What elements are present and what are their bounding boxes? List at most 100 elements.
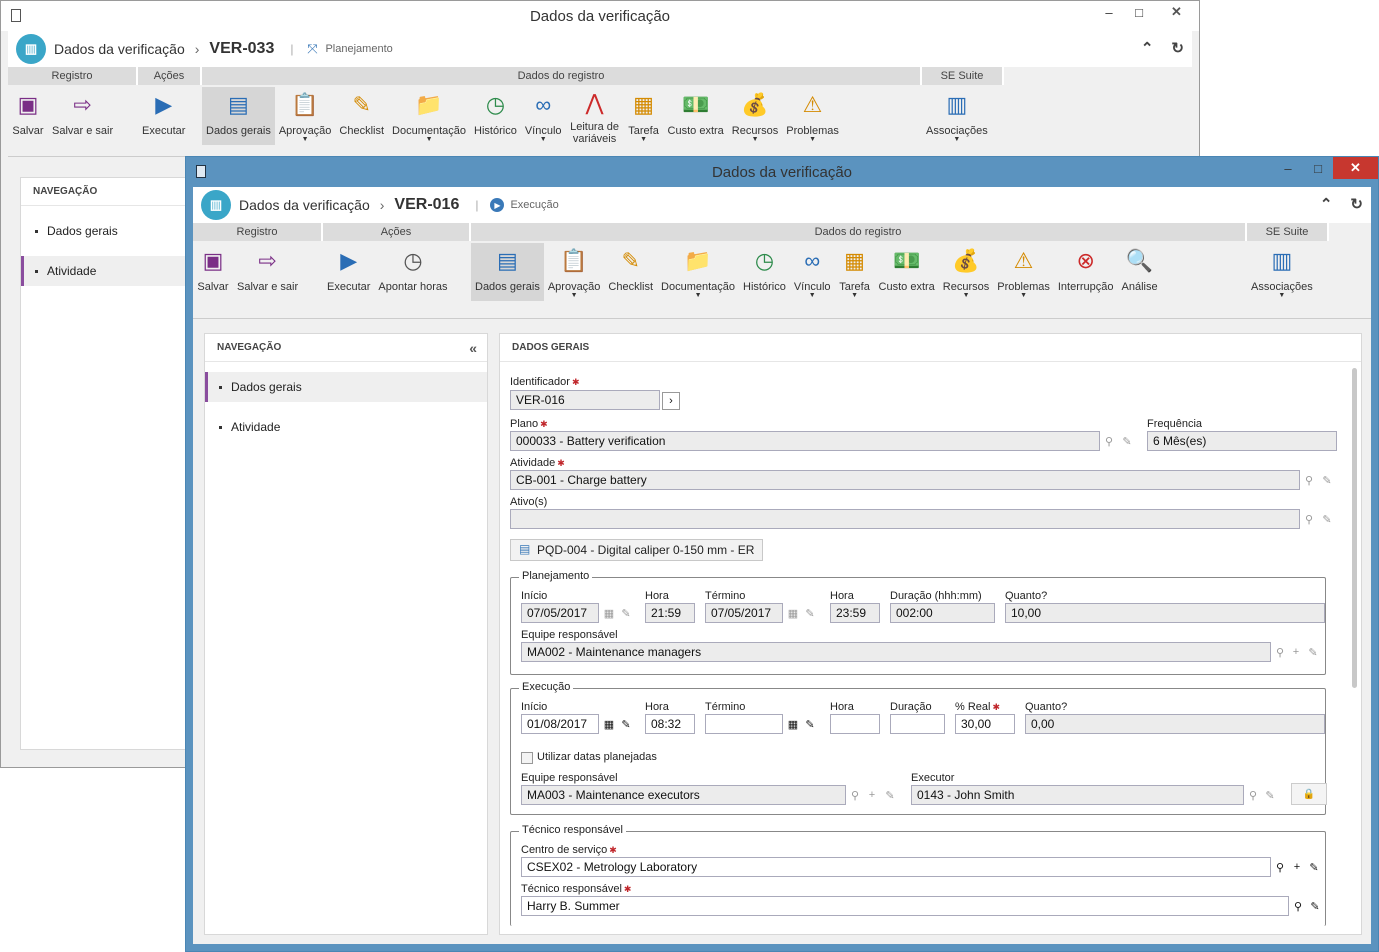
clear-icon[interactable]: ✎ xyxy=(1306,859,1322,875)
calendar-icon[interactable]: ▦ xyxy=(785,716,801,732)
search-icon[interactable]: ⚲ xyxy=(1245,787,1261,803)
resources-button[interactable]: 💰 Recursos ▼ xyxy=(728,87,782,145)
approval-button[interactable]: 📋 Aprovação ▼ xyxy=(544,243,605,301)
checklist-button[interactable]: ✎ Checklist xyxy=(335,87,388,145)
calendar-icon: ▦ xyxy=(787,607,799,620)
service-center-label: Centro de serviço ✱ xyxy=(521,844,617,856)
save-exit-button[interactable]: ⇨ Salvar e sair xyxy=(233,243,302,301)
calendar-icon[interactable]: ▦ xyxy=(601,716,617,732)
clear-icon[interactable]: ✎ xyxy=(1319,511,1335,527)
exec-end-field[interactable] xyxy=(705,714,783,734)
use-planned-dates-checkbox[interactable] xyxy=(521,752,533,764)
history-button[interactable]: ◷ Histórico xyxy=(739,243,790,301)
lock-icon[interactable]: 🔒 xyxy=(1291,783,1327,805)
technician-field[interactable]: Harry B. Summer xyxy=(521,896,1289,916)
group-label-dados: Dados do registro xyxy=(202,67,922,85)
collapse-up-icon[interactable]: ⌃ xyxy=(1141,39,1154,57)
nav-item-atividade[interactable]: Atividade xyxy=(21,256,209,286)
execute-button[interactable]: ▶ Executar xyxy=(138,87,189,145)
extra-cost-button[interactable]: 💵 Custo extra xyxy=(875,243,939,301)
exec-quantity-label: Quanto? xyxy=(1025,701,1068,713)
problems-button[interactable]: ⚠ Problemas ▼ xyxy=(782,87,843,145)
identificador-field[interactable]: VER-016 xyxy=(510,390,660,410)
chevron-right-icon[interactable]: › xyxy=(662,392,680,410)
link-button[interactable]: ∞ Vínculo ▼ xyxy=(521,87,566,145)
header-title: Dados da verificação xyxy=(239,197,370,213)
collapse-left-icon[interactable]: « xyxy=(469,334,477,362)
analysis-button[interactable]: 🔍 Análise xyxy=(1118,243,1162,301)
nav-item-atividade[interactable]: Atividade xyxy=(205,412,487,442)
search-icon[interactable]: ⚲ xyxy=(1101,433,1117,449)
save-exit-button[interactable]: ⇨ Salvar e sair xyxy=(48,87,117,145)
real-percent-field[interactable]: 30,00 xyxy=(955,714,1015,734)
header-title: Dados da verificação xyxy=(54,41,185,57)
save-button[interactable]: ▣ Salvar xyxy=(8,87,48,145)
exec-end-hour-field[interactable] xyxy=(830,714,880,734)
nav-item-dados-gerais[interactable]: Dados gerais xyxy=(205,372,487,402)
save-button[interactable]: ▣ Salvar xyxy=(193,243,233,301)
document-icon xyxy=(196,165,206,178)
approval-button[interactable]: 📋 Aprovação ▼ xyxy=(275,87,336,145)
minimize-button[interactable]: – xyxy=(1273,157,1303,179)
exec-team-field[interactable]: MA003 - Maintenance executors xyxy=(521,785,846,805)
search-icon[interactable]: ⚲ xyxy=(847,787,863,803)
maximize-button[interactable]: □ xyxy=(1303,157,1333,179)
log-hours-button[interactable]: ◷ Apontar horas xyxy=(374,243,451,301)
clear-icon[interactable]: ✎ xyxy=(802,716,818,732)
clear-icon[interactable]: ✎ xyxy=(1319,472,1335,488)
search-icon[interactable]: ⚲ xyxy=(1272,859,1288,875)
ativos-field[interactable] xyxy=(510,509,1300,529)
task-button[interactable]: ▦ Tarefa ▼ xyxy=(624,87,664,145)
exec-hour-field[interactable]: 08:32 xyxy=(645,714,695,734)
resources-button[interactable]: 💰 Recursos ▼ xyxy=(939,243,993,301)
use-planned-dates-label: Utilizar datas planejadas xyxy=(537,751,657,763)
associations-button[interactable]: ▥ Associações ▼ xyxy=(1247,243,1317,301)
checklist-button[interactable]: ✎ Checklist xyxy=(604,243,657,301)
clear-icon[interactable]: ✎ xyxy=(618,716,634,732)
variable-reading-button[interactable]: ⋀ Leitura de variáveis xyxy=(566,87,624,146)
link-button[interactable]: ∞ Vínculo ▼ xyxy=(790,243,835,301)
history-button[interactable]: ◷ Histórico xyxy=(470,87,521,145)
add-icon[interactable]: + xyxy=(1289,859,1305,875)
close-button[interactable]: ✕ xyxy=(1333,157,1378,179)
exec-team-label: Equipe responsável xyxy=(521,772,618,784)
executor-field[interactable]: 0143 - John Smith xyxy=(911,785,1244,805)
tecnico-legend: Técnico responsável xyxy=(519,824,626,836)
clear-icon[interactable]: ✎ xyxy=(1307,898,1323,914)
nav-item-dados-gerais[interactable]: Dados gerais xyxy=(21,216,209,246)
extra-cost-button[interactable]: 💵 Custo extra xyxy=(664,87,728,145)
atividade-field[interactable]: CB-001 - Charge battery xyxy=(510,470,1300,490)
interruption-button[interactable]: ⊗ Interrupção xyxy=(1054,243,1118,301)
add-icon[interactable]: + xyxy=(864,787,880,803)
clear-icon[interactable]: ✎ xyxy=(1119,433,1135,449)
plano-field[interactable]: 000033 - Battery verification xyxy=(510,431,1100,451)
exec-start-field[interactable]: 01/08/2017 xyxy=(521,714,599,734)
service-center-field[interactable]: CSEX02 - Metrology Laboratory xyxy=(521,857,1271,877)
search-icon[interactable]: ⚲ xyxy=(1301,511,1317,527)
window-title: Dados da verificação xyxy=(529,7,671,25)
exec-duration-label: Duração xyxy=(890,701,932,713)
general-data-button[interactable]: ▤ Dados gerais xyxy=(471,243,544,301)
problems-button[interactable]: ⚠ Problemas ▼ xyxy=(993,243,1054,301)
associations-button[interactable]: ▥ Associações ▼ xyxy=(922,87,992,145)
exec-duration-field[interactable] xyxy=(890,714,945,734)
maximize-button[interactable]: □ xyxy=(1124,1,1154,23)
scrollbar[interactable] xyxy=(1352,368,1357,688)
clear-icon[interactable]: ✎ xyxy=(1262,787,1278,803)
toolbar-ribbon: Registro ▣ Salvar ⇨ Salvar e sair Ações ▶ E… xyxy=(8,67,1192,157)
asset-chip[interactable]: PQD-004 - Digital caliper 0-150 mm - ER xyxy=(510,539,764,561)
documentation-button[interactable]: 📁 Documentação ▼ xyxy=(657,243,739,301)
minimize-button[interactable]: – xyxy=(1094,1,1124,23)
refresh-icon[interactable]: ↻ xyxy=(1350,195,1363,213)
refresh-icon[interactable]: ↻ xyxy=(1171,39,1184,57)
general-data-button[interactable]: ▤ Dados gerais xyxy=(202,87,275,145)
close-button[interactable]: ✕ xyxy=(1154,1,1199,23)
execute-button[interactable]: ▶ Executar xyxy=(323,243,374,301)
documentation-button[interactable]: 📁 Documentação ▼ xyxy=(388,87,470,145)
exec-quantity-field: 0,00 xyxy=(1025,714,1325,734)
search-icon[interactable]: ⚲ xyxy=(1290,898,1306,914)
clear-icon[interactable]: ✎ xyxy=(882,787,898,803)
collapse-up-icon[interactable]: ⌃ xyxy=(1320,195,1333,213)
task-button[interactable]: ▦ Tarefa ▼ xyxy=(835,243,875,301)
search-icon[interactable]: ⚲ xyxy=(1301,472,1317,488)
